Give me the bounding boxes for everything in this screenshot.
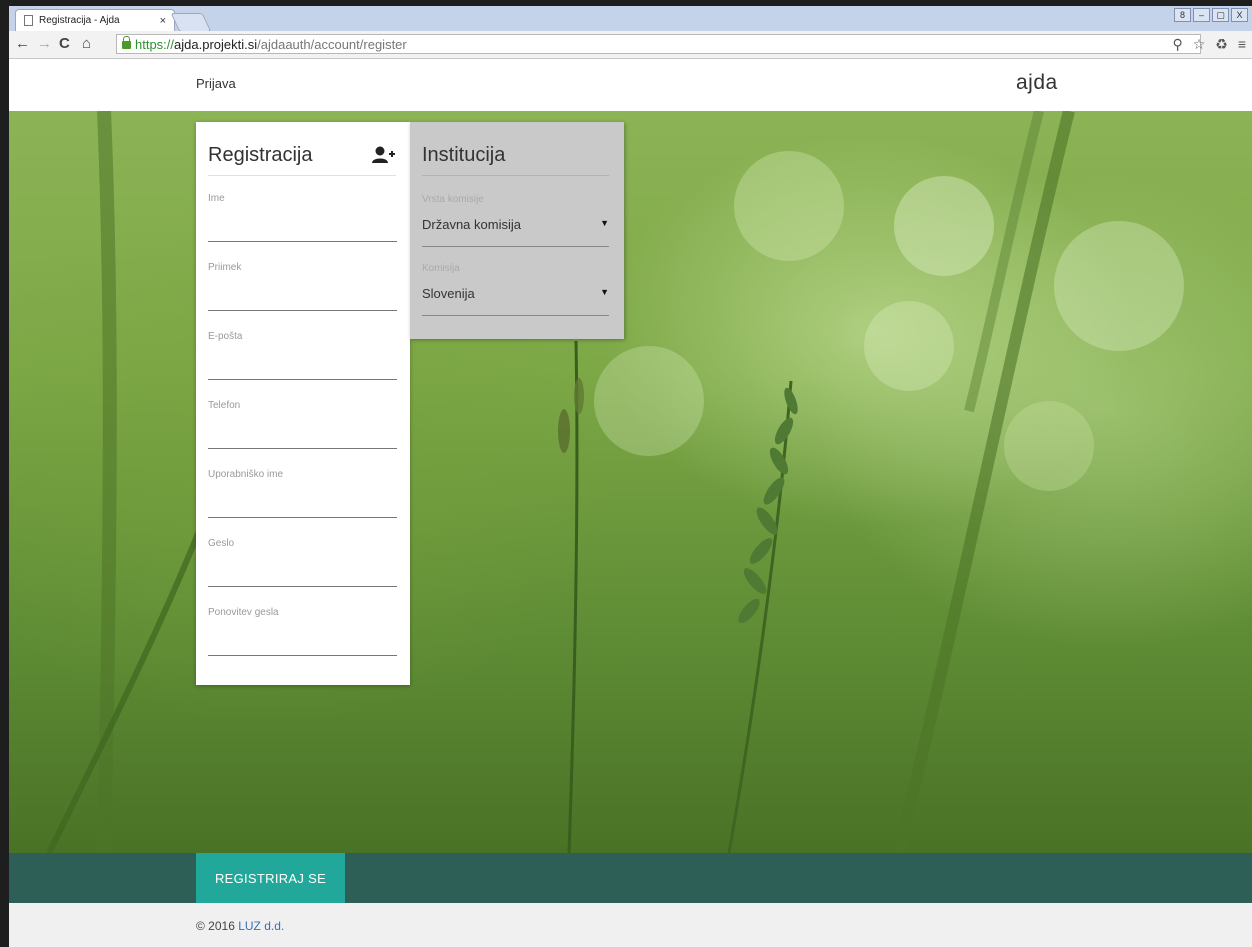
first-name-input[interactable] bbox=[208, 213, 397, 242]
phone-input[interactable] bbox=[208, 420, 397, 449]
select-underline bbox=[422, 246, 609, 247]
password-repeat-field: Ponovitev gesla bbox=[208, 607, 397, 662]
window-frame-left bbox=[0, 0, 9, 947]
window-controls: 8 – ▢ X bbox=[1174, 8, 1248, 22]
url-scheme: https:// bbox=[135, 36, 175, 52]
maximize-button[interactable]: ▢ bbox=[1212, 8, 1229, 22]
page-icon bbox=[24, 15, 33, 26]
commission-select[interactable]: Komisija Slovenija ▼ bbox=[422, 263, 609, 323]
footer: © 2016 LUZ d.d. bbox=[9, 903, 1252, 947]
browser-toolbar: ← → C ⌂ https://ajda.projekti.si/ajdaaut… bbox=[9, 31, 1252, 59]
registration-divider bbox=[208, 175, 396, 176]
back-icon[interactable]: ← bbox=[15, 36, 30, 52]
user-icon[interactable]: 8 bbox=[1174, 8, 1191, 22]
institution-card: Institucija Vrsta komisije Državna komis… bbox=[410, 122, 624, 339]
add-user-icon bbox=[372, 146, 395, 163]
lock-icon bbox=[122, 36, 131, 49]
window-frame-top bbox=[0, 0, 1252, 6]
password-repeat-label: Ponovitev gesla bbox=[208, 607, 279, 618]
username-field: Uporabniško ime bbox=[208, 469, 397, 524]
login-link[interactable]: Prijava bbox=[196, 76, 236, 91]
close-window-button[interactable]: X bbox=[1231, 8, 1248, 22]
brand-logo: ajda bbox=[1016, 71, 1058, 94]
copyright-text: © 2016 bbox=[196, 919, 235, 933]
password-field: Geslo bbox=[208, 538, 397, 593]
commission-type-select[interactable]: Vrsta komisije Državna komisija ▼ bbox=[422, 194, 609, 254]
forward-icon[interactable]: → bbox=[37, 36, 52, 52]
register-button[interactable]: REGISTRIRAJ SE bbox=[196, 853, 345, 903]
first-name-label: Ime bbox=[208, 193, 225, 204]
username-label: Uporabniško ime bbox=[208, 469, 284, 480]
extension-icon[interactable]: ⚲ bbox=[1172, 36, 1182, 53]
tab-close-icon[interactable]: × bbox=[160, 15, 166, 27]
recycle-extension-icon[interactable]: ♻ bbox=[1215, 36, 1228, 53]
username-input[interactable] bbox=[208, 489, 397, 518]
email-input[interactable] bbox=[208, 351, 397, 380]
registration-title: Registracija bbox=[208, 144, 313, 166]
email-label: E-pošta bbox=[208, 331, 243, 342]
new-tab-button[interactable] bbox=[170, 13, 212, 32]
footer-text: © 2016 LUZ d.d. bbox=[196, 919, 284, 933]
last-name-input[interactable] bbox=[208, 282, 397, 311]
password-label: Geslo bbox=[208, 538, 235, 549]
home-icon[interactable]: ⌂ bbox=[82, 36, 91, 52]
menu-icon[interactable]: ≡ bbox=[1238, 36, 1246, 53]
select-underline bbox=[422, 315, 609, 316]
commission-label: Komisija bbox=[422, 263, 460, 274]
password-repeat-input[interactable] bbox=[208, 627, 397, 656]
browser-tab[interactable]: Registracija - Ajda × bbox=[15, 9, 175, 31]
action-bar: REGISTRIRAJ SE bbox=[9, 853, 1252, 903]
first-name-field: Ime bbox=[208, 193, 397, 248]
commission-value: Slovenija bbox=[422, 286, 475, 301]
url-host: ajda.projekti.si bbox=[174, 36, 258, 52]
address-bar[interactable]: https://ajda.projekti.si/ajdaauth/accoun… bbox=[116, 34, 1201, 54]
institution-divider bbox=[422, 175, 609, 176]
minimize-button[interactable]: – bbox=[1193, 8, 1210, 22]
tab-title: Registracija - Ajda bbox=[39, 15, 120, 26]
last-name-field: Priimek bbox=[208, 262, 397, 317]
chevron-down-icon: ▼ bbox=[600, 287, 609, 297]
browser-tab-strip: Registracija - Ajda × 8 – ▢ X bbox=[9, 6, 1252, 32]
last-name-label: Priimek bbox=[208, 262, 242, 273]
company-link[interactable]: LUZ d.d. bbox=[238, 919, 284, 933]
commission-type-value: Državna komisija bbox=[422, 217, 521, 232]
chevron-down-icon: ▼ bbox=[600, 218, 609, 228]
phone-field: Telefon bbox=[208, 400, 397, 455]
password-input[interactable] bbox=[208, 558, 397, 587]
page-header: Prijava ajda bbox=[9, 59, 1252, 111]
commission-type-label: Vrsta komisije bbox=[422, 194, 484, 205]
reload-icon[interactable]: C bbox=[59, 36, 70, 52]
bookmark-star-icon[interactable]: ☆ bbox=[1193, 36, 1206, 53]
registration-card: Registracija Ime Priimek E-pošta Telefon… bbox=[196, 122, 410, 685]
url-path: /ajdaauth/account/register bbox=[257, 36, 407, 52]
phone-label: Telefon bbox=[208, 400, 241, 411]
email-field: E-pošta bbox=[208, 331, 397, 386]
institution-title: Institucija bbox=[422, 144, 506, 166]
